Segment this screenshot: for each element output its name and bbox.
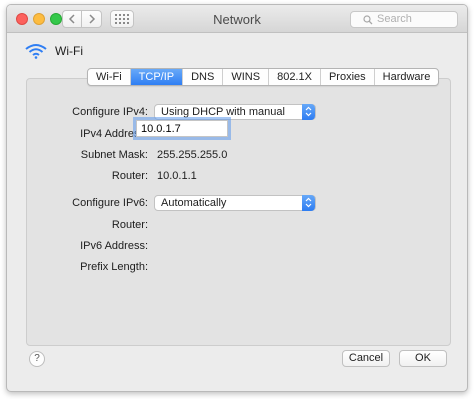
ipv6-address-label: IPv6 Address: xyxy=(80,240,148,252)
configure-ipv4-popup[interactable]: Using DHCP with manual address xyxy=(154,104,316,132)
interface-name: Wi-Fi xyxy=(55,44,83,58)
subnet-mask-value: 255.255.255.0 xyxy=(157,149,228,161)
search-icon xyxy=(363,15,373,25)
ipv6-router-label: Router: xyxy=(111,219,148,231)
interface-header: Wi-Fi xyxy=(25,43,83,59)
configure-ipv6-popup[interactable]: Automatically xyxy=(154,195,316,211)
ipv4-router-value: 10.0.1.1 xyxy=(157,170,197,182)
wifi-icon xyxy=(25,44,47,59)
tab-dns[interactable]: DNS xyxy=(182,69,222,85)
tab-wifi[interactable]: Wi-Fi xyxy=(88,69,130,85)
popup-chevron-icon xyxy=(302,195,315,211)
ipv4-address-label: IPv4 Address: xyxy=(80,128,148,140)
configure-ipv6-label: Configure IPv6: xyxy=(72,197,148,209)
tcpip-settings-panel: Configure IPv4: Using DHCP with manual a… xyxy=(26,78,451,346)
help-button[interactable]: ? xyxy=(29,351,45,367)
tab-bar: Wi-Fi TCP/IP DNS WINS 802.1X Proxies Har… xyxy=(87,68,440,86)
ipv4-router-label: Router: xyxy=(111,170,148,182)
configure-ipv4-label: Configure IPv4: xyxy=(72,106,148,118)
ipv4-address-field[interactable] xyxy=(136,120,228,137)
popup-chevron-icon xyxy=(302,104,315,120)
tab-tcpip[interactable]: TCP/IP xyxy=(129,69,183,85)
title-bar: Network Search xyxy=(7,5,467,33)
search-placeholder: Search xyxy=(377,13,412,25)
tab-8021x[interactable]: 802.1X xyxy=(268,69,320,85)
prefix-length-label: Prefix Length: xyxy=(80,261,148,273)
tab-proxies[interactable]: Proxies xyxy=(319,69,374,85)
ok-button[interactable]: OK xyxy=(399,350,447,367)
configure-ipv6-value: Automatically xyxy=(161,197,227,209)
network-preferences-window: Network Search Wi-Fi Configure IPv4: Usi… xyxy=(6,4,468,392)
subnet-mask-label: Subnet Mask: xyxy=(80,149,148,161)
search-field[interactable]: Search xyxy=(350,11,458,28)
cancel-button[interactable]: Cancel xyxy=(342,350,390,367)
tab-hardware[interactable]: Hardware xyxy=(373,69,439,85)
tab-wins[interactable]: WINS xyxy=(222,69,268,85)
